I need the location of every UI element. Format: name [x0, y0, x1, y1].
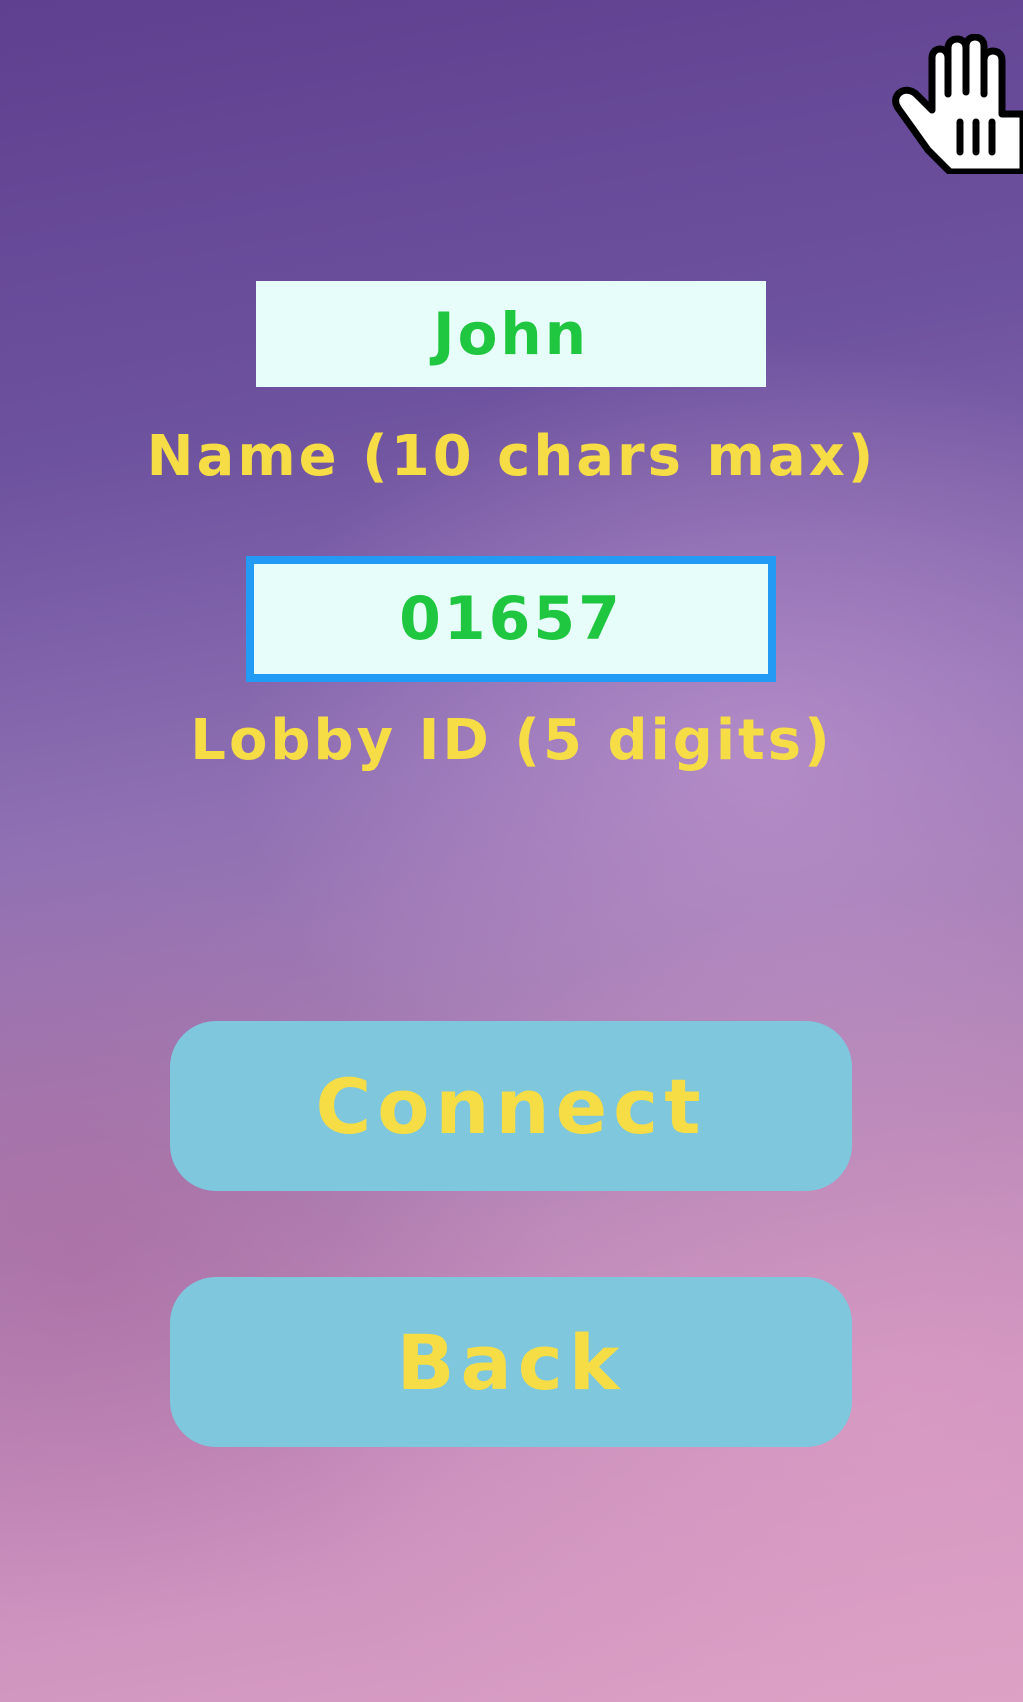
connect-button-label: Connect	[315, 1061, 707, 1151]
back-button[interactable]: Back	[170, 1277, 852, 1447]
back-button-label: Back	[396, 1317, 626, 1407]
hand-icon[interactable]	[888, 33, 1023, 176]
name-input-value: John	[432, 300, 589, 368]
lobby-id-field-label: Lobby ID (5 digits)	[190, 708, 833, 773]
lobby-id-input-value: 01657	[399, 584, 623, 654]
connect-button[interactable]: Connect	[170, 1021, 852, 1191]
lobby-id-input[interactable]: 01657	[246, 556, 776, 682]
name-input[interactable]: John	[256, 281, 766, 387]
name-field-label: Name (10 chars max)	[146, 424, 877, 489]
